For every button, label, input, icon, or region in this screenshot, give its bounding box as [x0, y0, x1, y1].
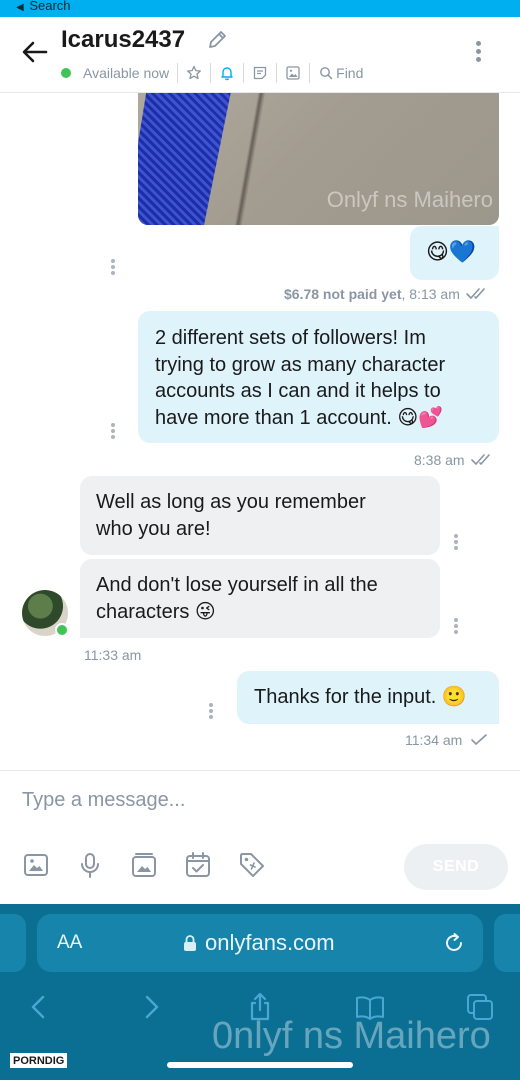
message-bubble-incoming[interactable]: Well as long as you remember who you are…	[80, 476, 440, 555]
message-bubble-outgoing[interactable]: 😋💙	[410, 226, 499, 280]
online-status-dot	[61, 68, 71, 78]
message-line: trying to grow as many character	[155, 353, 446, 376]
photo-watermark: Onlyf ns Maihero	[326, 187, 493, 212]
message-meta: 8:38 am	[414, 452, 497, 468]
chat-header: Icarus2437 Available now Find	[0, 17, 520, 93]
status-bar: ◀ Search	[0, 0, 520, 17]
message-photo[interactable]: Onlyf ns Maihero	[138, 93, 499, 225]
avatar-online-dot	[55, 623, 69, 637]
message-composer: Type a message... SEND	[0, 770, 520, 904]
message-price: $6.78 not paid yet	[284, 286, 402, 302]
next-tab-preview[interactable]	[494, 914, 520, 972]
sent-check-icon	[471, 734, 488, 745]
message-line: have more than 1 account. 😋💕	[155, 406, 444, 429]
image-icon[interactable]	[22, 851, 50, 879]
chat-username[interactable]: Icarus2437	[61, 26, 185, 54]
photo-content	[138, 93, 232, 225]
message-meta: $6.78 not paid yet , 8:13 am	[284, 286, 492, 302]
read-double-check-icon	[466, 288, 485, 299]
message-time: 11:34 am	[405, 732, 463, 748]
url-text: onlyfans.com	[205, 930, 335, 955]
send-button[interactable]: SEND	[404, 844, 508, 890]
message-options-icon[interactable]	[454, 618, 460, 636]
previous-tab-preview[interactable]	[0, 914, 26, 972]
back-chevron-icon[interactable]	[24, 992, 54, 1022]
search-icon	[320, 67, 333, 80]
home-indicator[interactable]	[167, 1062, 353, 1068]
divider	[177, 63, 179, 83]
back-triangle-icon: ◀	[16, 2, 24, 13]
microphone-icon[interactable]	[76, 851, 104, 879]
source-badge: PORNDIG	[10, 1053, 68, 1068]
message-text: 😋💙	[426, 239, 477, 264]
divider	[309, 63, 311, 83]
star-icon[interactable]	[186, 65, 202, 81]
find-label: Find	[336, 65, 364, 81]
message-line: accounts as I can and it helps to	[155, 380, 441, 402]
read-double-check-icon	[470, 454, 490, 465]
message-line: who you are!	[96, 517, 211, 540]
message-options-icon[interactable]	[209, 703, 215, 721]
vault-icon[interactable]	[130, 851, 158, 879]
message-bubble-outgoing[interactable]: 2 different sets of followers! Im trying…	[138, 311, 499, 443]
chat-subbar: Available now Find	[61, 62, 363, 84]
message-options-icon[interactable]	[111, 259, 117, 277]
composer-toolbar	[22, 851, 292, 879]
calendar-check-icon[interactable]	[184, 851, 212, 879]
edit-pencil-icon[interactable]	[206, 29, 228, 51]
reload-icon[interactable]	[441, 930, 467, 956]
gallery-icon[interactable]	[285, 65, 301, 81]
message-meta: 11:34 am	[405, 732, 494, 748]
divider	[210, 63, 212, 83]
message-options-icon[interactable]	[111, 423, 117, 441]
message-options-icon[interactable]	[454, 534, 460, 552]
message-line: And don't lose yourself in all the	[96, 574, 378, 596]
back-arrow-icon[interactable]	[20, 37, 50, 67]
divider	[243, 63, 245, 83]
message-time: 11:33 am	[84, 647, 142, 663]
message-line: 2 different sets of followers! Im	[155, 327, 426, 349]
bell-icon[interactable]	[219, 65, 235, 81]
forward-chevron-icon[interactable]	[136, 992, 166, 1022]
notes-icon[interactable]	[252, 65, 268, 81]
text-size-button[interactable]: AA	[57, 932, 82, 954]
message-time: 8:38 am	[414, 452, 465, 468]
message-meta: 11:33 am	[84, 647, 141, 663]
address-bar[interactable]: AA onlyfans.com	[37, 914, 483, 972]
presence-status: Available now	[83, 65, 170, 81]
more-options-icon[interactable]	[470, 39, 486, 67]
back-to-search-link[interactable]: ◀ Search	[16, 0, 71, 13]
message-bubble-incoming[interactable]: And don't lose yourself in all the chara…	[80, 559, 440, 638]
message-input[interactable]: Type a message...	[22, 789, 185, 812]
overlay-watermark: 0nlyf ns Maihero	[212, 1015, 491, 1057]
find-button[interactable]: Find	[318, 65, 363, 81]
message-text: Thanks for the input. 🙂	[254, 686, 467, 708]
message-list[interactable]: Onlyf ns Maihero 😋💙 $6.78 not paid yet ,…	[0, 93, 520, 770]
message-line: Well as long as you remember	[96, 491, 366, 513]
price-tag-icon[interactable]	[238, 851, 266, 879]
message-line: characters 😜	[96, 600, 216, 623]
divider	[276, 63, 278, 83]
url-display[interactable]: onlyfans.com	[183, 930, 335, 956]
back-to-search-label: Search	[29, 0, 71, 13]
lock-icon	[184, 935, 196, 951]
message-bubble-outgoing[interactable]: Thanks for the input. 🙂	[237, 671, 499, 724]
sender-avatar[interactable]	[22, 590, 69, 637]
message-time: 8:13 am	[409, 286, 460, 302]
